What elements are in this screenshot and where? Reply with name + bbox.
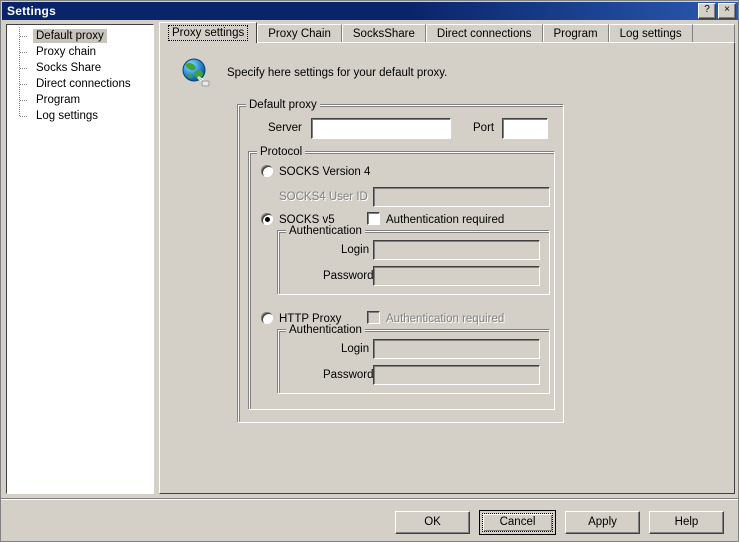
socks5-password-input[interactable] [373, 266, 540, 286]
socks5-password-label: Password [323, 270, 374, 282]
apply-button[interactable]: Apply [565, 510, 640, 534]
socks5-auth-group: Authentication Login Password [278, 225, 550, 295]
radio-socks4[interactable] [261, 165, 273, 177]
http-login-label: Login [341, 343, 370, 355]
sidebar-item-default-proxy[interactable]: Default proxy [7, 27, 153, 44]
http-auth-group: Authentication Login Password [278, 324, 550, 394]
tab-label: Log settings [619, 28, 682, 40]
sidebar-item-label: Default proxy [33, 29, 107, 43]
window-title: Settings [7, 4, 56, 18]
tree-connector-icon [15, 27, 33, 44]
tab-label: Proxy settings [168, 25, 249, 41]
server-label: Server [268, 122, 302, 134]
socks5-login-input[interactable] [373, 240, 540, 260]
http-login-input[interactable] [373, 339, 540, 359]
protocol-group-title: Protocol [257, 146, 306, 158]
sidebar-item-log-settings[interactable]: Log settings [7, 107, 153, 124]
sidebar-item-label: Socks Share [36, 62, 102, 74]
page-header: Specify here settings for your default p… [180, 57, 447, 89]
ok-button[interactable]: OK [395, 510, 470, 534]
socks5-auth-required-label: Authentication required [386, 214, 505, 226]
server-input[interactable] [311, 118, 451, 139]
help-icon[interactable]: ? [698, 3, 716, 19]
tree-connector-icon [15, 107, 33, 124]
sidebar-item-label: Log settings [36, 110, 99, 122]
tab-strip-filler [692, 24, 735, 43]
tab-socksshare[interactable]: SocksShare [341, 24, 426, 43]
sidebar-item-label: Program [36, 94, 81, 106]
globe-network-icon [180, 57, 212, 89]
tab-proxy-chain[interactable]: Proxy Chain [257, 24, 342, 43]
dialog-button-bar: OK Cancel Apply Help [1, 503, 738, 541]
page-header-text: Specify here settings for your default p… [227, 67, 448, 79]
cancel-button-label: Cancel [482, 512, 553, 532]
http-password-input[interactable] [373, 365, 540, 385]
help-button[interactable]: Help [649, 510, 724, 534]
default-proxy-group: Default proxy Server Port Protocol SOCKS… [238, 99, 564, 423]
sidebar-item-socks-share[interactable]: Socks Share [7, 59, 153, 76]
tree-connector-icon [15, 43, 33, 60]
tab-label: Program [553, 28, 598, 40]
settings-tree[interactable]: Default proxy Proxy chain Socks Share Direc… [6, 24, 154, 494]
http-auth-group-title: Authentication [286, 324, 365, 336]
tab-page-proxy-settings: Specify here settings for your default p… [159, 42, 735, 494]
tree-connector-icon [15, 59, 33, 76]
title-bar-buttons: ? × [698, 3, 738, 19]
tab-strip[interactable]: Proxy settings Proxy Chain SocksShare Direc… [159, 22, 735, 43]
http-password-label: Password [323, 369, 374, 381]
sidebar-item-label: Proxy chain [36, 46, 97, 58]
settings-dialog: Settings ? × Default proxy Proxy chain Soc… [0, 0, 739, 542]
tab-program[interactable]: Program [542, 24, 609, 43]
close-icon[interactable]: × [718, 3, 736, 19]
title-bar: Settings ? × [2, 2, 738, 20]
tab-direct-connections[interactable]: Direct connections [425, 24, 543, 43]
socks4-userid-input[interactable] [373, 187, 550, 207]
port-label: Port [473, 122, 495, 134]
sidebar-item-program[interactable]: Program [7, 91, 153, 108]
socks5-login-label: Login [341, 244, 370, 256]
port-input[interactable] [502, 118, 548, 139]
http-auth-required-checkbox[interactable] [367, 311, 380, 324]
tree-connector-icon [15, 75, 33, 92]
radio-http-proxy[interactable] [261, 312, 273, 324]
socks5-auth-required-checkbox[interactable] [367, 212, 380, 225]
radio-socks4-label: SOCKS Version 4 [279, 166, 371, 178]
tab-label: Proxy Chain [268, 28, 331, 40]
tab-label: SocksShare [352, 28, 415, 40]
settings-tree-list: Default proxy Proxy chain Socks Share Direc… [7, 25, 153, 124]
button-bar-separator [1, 498, 738, 500]
tab-label: Direct connections [436, 28, 532, 40]
tab-proxy-settings[interactable]: Proxy settings [159, 22, 258, 43]
sidebar-item-proxy-chain[interactable]: Proxy chain [7, 43, 153, 60]
cancel-button[interactable]: Cancel [479, 509, 556, 535]
http-auth-required-label: Authentication required [386, 313, 505, 325]
socks5-auth-group-title: Authentication [286, 225, 365, 237]
sidebar-item-label: Direct connections [36, 78, 131, 90]
default-proxy-group-title: Default proxy [246, 99, 320, 111]
protocol-group: Protocol SOCKS Version 4 SOCKS4 User ID … [249, 146, 555, 410]
radio-socks5[interactable] [261, 213, 273, 225]
tab-log-settings[interactable]: Log settings [608, 24, 693, 43]
sidebar-item-direct-connections[interactable]: Direct connections [7, 75, 153, 92]
tree-connector-icon [15, 91, 33, 108]
socks4-userid-label: SOCKS4 User ID [279, 191, 368, 203]
